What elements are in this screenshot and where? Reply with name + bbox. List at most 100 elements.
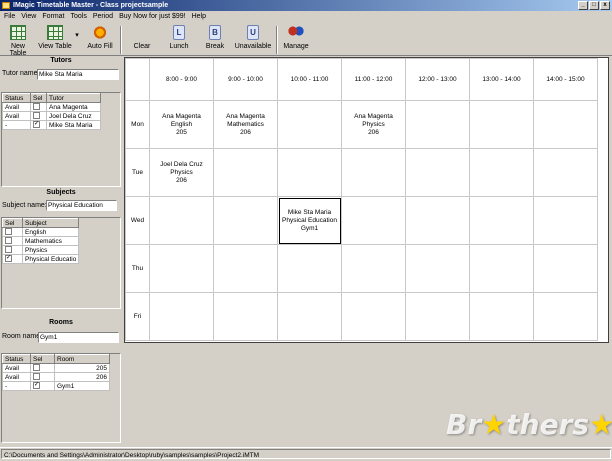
timetable-cell[interactable] <box>533 244 598 293</box>
new-table-button[interactable]: New Table <box>2 24 34 57</box>
maximize-button[interactable]: □ <box>589 1 599 10</box>
table-row[interactable]: Mathematics <box>2 236 80 246</box>
menu-help[interactable]: Help <box>189 11 209 22</box>
break-button[interactable]: B Break <box>203 24 227 50</box>
menu-file[interactable]: File <box>1 11 18 22</box>
column-header[interactable]: Sel <box>30 93 47 103</box>
column-header[interactable]: Sel <box>30 354 55 364</box>
checkbox[interactable] <box>33 364 40 372</box>
column-header[interactable]: Status <box>2 354 31 364</box>
time-slot-header[interactable]: 14:00 - 15:00 <box>533 58 598 101</box>
column-header[interactable]: Sel <box>2 218 23 228</box>
timetable-cell[interactable] <box>213 148 278 197</box>
menu-format[interactable]: Format <box>39 11 67 22</box>
checkbox-checked[interactable]: ✓ <box>5 255 12 263</box>
timetable-cell[interactable] <box>405 148 470 197</box>
timetable-cell[interactable] <box>405 244 470 293</box>
timetable-cell[interactable] <box>405 196 470 245</box>
timetable-cell[interactable]: Ana Magenta English 205 <box>149 100 214 149</box>
timetable-cell[interactable] <box>469 244 534 293</box>
column-header[interactable]: Tutor <box>46 93 101 103</box>
day-header[interactable]: Thu <box>125 244 150 293</box>
timetable-cell[interactable] <box>533 148 598 197</box>
column-header[interactable]: Subject <box>21 218 80 228</box>
timetable-cell[interactable] <box>277 100 342 149</box>
timetable-cell[interactable] <box>469 292 534 341</box>
checkbox[interactable] <box>5 237 12 245</box>
table-row[interactable]: Avail Ana Magenta <box>2 102 101 112</box>
lunch-button[interactable]: L Lunch <box>166 24 192 50</box>
timetable-cell[interactable] <box>277 244 342 293</box>
menu-period[interactable]: Period <box>90 11 116 22</box>
timetable-cell[interactable]: Joel Dela Cruz Physics 206 <box>149 148 214 197</box>
checkbox[interactable] <box>33 103 40 111</box>
timetable-cell[interactable] <box>405 100 470 149</box>
time-slot-header[interactable]: 8:00 - 9:00 <box>149 58 214 101</box>
timetable-cell[interactable] <box>277 148 342 197</box>
table-row[interactable]: - ✓ Mike Sta Maria <box>2 120 101 130</box>
timetable-cell[interactable] <box>341 148 406 197</box>
checkbox-checked[interactable]: ✓ <box>33 382 40 390</box>
table-row[interactable]: English <box>2 227 80 237</box>
time-slot-header[interactable]: 11:00 - 12:00 <box>341 58 406 101</box>
time-slot-header[interactable]: 10:00 - 11:00 <box>277 58 342 101</box>
table-row[interactable]: Physics <box>2 245 80 255</box>
checkbox[interactable] <box>33 373 40 381</box>
menu-buy-now[interactable]: Buy Now for just $99! <box>116 11 189 22</box>
timetable-cell[interactable] <box>341 292 406 341</box>
column-header[interactable]: Room <box>54 354 110 364</box>
timetable-cell[interactable] <box>469 100 534 149</box>
timetable-cell[interactable] <box>405 292 470 341</box>
timetable-cell[interactable] <box>149 292 214 341</box>
timetable-cell[interactable] <box>213 292 278 341</box>
table-row[interactable]: Avail 206 <box>2 372 110 382</box>
timetable-cell[interactable] <box>533 100 598 149</box>
rooms-list[interactable]: Status Sel Room Avail 205 Avail 206 - ✓ … <box>1 353 121 443</box>
time-slot-header[interactable]: 13:00 - 14:00 <box>469 58 534 101</box>
close-button[interactable]: x <box>600 1 610 10</box>
table-row[interactable]: - ✓ Gym1 <box>2 381 110 391</box>
subject-name-input[interactable]: Physical Education <box>46 200 117 211</box>
timetable-cell[interactable] <box>213 244 278 293</box>
timetable-cell[interactable] <box>277 292 342 341</box>
table-row[interactable]: Avail 205 <box>2 363 110 373</box>
checkbox[interactable] <box>5 246 12 254</box>
time-slot-header[interactable]: 9:00 - 10:00 <box>213 58 278 101</box>
timetable-cell[interactable] <box>533 196 598 245</box>
timetable-cell[interactable] <box>213 196 278 245</box>
timetable-cell[interactable]: Ana Magenta Mathematics 206 <box>213 100 278 149</box>
timetable-cell[interactable] <box>341 196 406 245</box>
time-slot-header[interactable]: 12:00 - 13:00 <box>405 58 470 101</box>
clear-button[interactable]: Clear <box>130 24 154 50</box>
table-row[interactable]: ✓ Physical Educatio <box>2 254 80 264</box>
view-table-dropdown[interactable]: ▾ <box>73 31 81 39</box>
checkbox[interactable] <box>5 228 12 236</box>
timetable-cell[interactable] <box>469 196 534 245</box>
timetable-cell[interactable] <box>149 244 214 293</box>
timetable-cell[interactable] <box>341 244 406 293</box>
timetable-cell[interactable] <box>469 148 534 197</box>
day-header[interactable]: Mon <box>125 100 150 149</box>
day-header[interactable]: Wed <box>125 196 150 245</box>
table-row[interactable]: Avail Joel Dela Cruz <box>2 111 101 121</box>
tutors-list[interactable]: Status Sel Tutor Avail Ana Magenta Avail… <box>1 92 121 187</box>
timetable-cell[interactable]: Ana Magenta Physics 206 <box>341 100 406 149</box>
checkbox-checked[interactable]: ✓ <box>33 121 40 129</box>
column-header[interactable]: Status <box>2 93 31 103</box>
view-table-button[interactable]: View Table <box>37 24 73 50</box>
auto-fill-button[interactable]: Auto Fill <box>86 24 114 50</box>
manage-button[interactable]: Manage <box>282 24 310 50</box>
subjects-list[interactable]: Sel Subject English Mathematics Physics … <box>1 217 121 309</box>
timetable-cell-selected[interactable]: Mike Sta Maria Physical Education Gym1 <box>277 196 342 245</box>
timetable-cell[interactable] <box>149 196 214 245</box>
tutor-name-input[interactable]: Mike Sta Maria <box>37 69 119 80</box>
checkbox[interactable] <box>33 112 40 120</box>
menu-tools[interactable]: Tools <box>68 11 90 22</box>
room-name-input[interactable]: Gym1 <box>38 332 119 343</box>
minimize-button[interactable]: _ <box>578 1 588 10</box>
day-header[interactable]: Fri <box>125 292 150 341</box>
timetable-cell[interactable] <box>533 292 598 341</box>
unavailable-button[interactable]: U Unavailable <box>234 24 272 50</box>
menu-view[interactable]: View <box>18 11 39 22</box>
day-header[interactable]: Tue <box>125 148 150 197</box>
